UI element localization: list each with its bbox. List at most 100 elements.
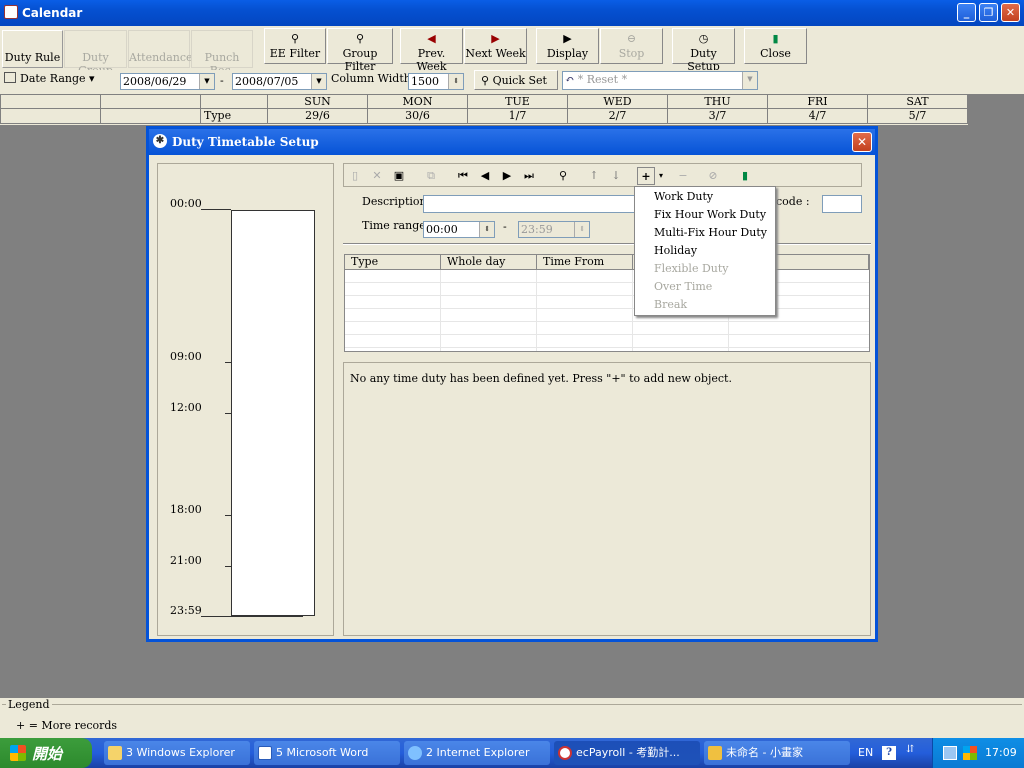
- dropdown-arrow-icon: ▼: [199, 74, 214, 89]
- tick: [201, 616, 303, 617]
- door-exit-icon: ▮: [772, 32, 779, 45]
- task-windows-explorer[interactable]: 3 Windows Explorer: [104, 741, 250, 765]
- corner-cell: [101, 94, 201, 109]
- delete-icon: ✕: [372, 169, 382, 182]
- corner-cell: [101, 109, 201, 124]
- first-record-icon[interactable]: ⏮: [454, 167, 472, 185]
- tab-duty-group: Duty Group: [64, 30, 127, 77]
- menu-item-holiday[interactable]: Holiday: [654, 244, 697, 257]
- time-label: 21:00: [170, 554, 202, 567]
- description-input[interactable]: [423, 195, 641, 213]
- dialog-title: Duty Timetable Setup: [172, 135, 319, 149]
- quick-set-button[interactable]: ⚲ Quick Set: [474, 70, 558, 90]
- record-toolbar: ▯ ✕ ▣ ⧉ ⏮ ◀ ▶ ⏭ ⚲ ↑ ↓ + ▾ − ⊘ ▮: [343, 163, 862, 187]
- remove-icon: −: [678, 169, 688, 182]
- timeline-panel: 00:00 09:00 12:00 18:00 21:00 23:59: [157, 163, 334, 636]
- find-icon[interactable]: ⚲: [554, 167, 572, 185]
- tick: [225, 362, 231, 363]
- spin-icon: ⇕: [448, 74, 463, 89]
- ie-icon: [408, 746, 422, 760]
- menu-item-flexible-duty: Flexible Duty: [654, 262, 729, 275]
- date-to-picker[interactable]: 2008/07/05 ▼: [232, 73, 327, 90]
- minimize-button[interactable]: _: [957, 3, 976, 22]
- day-header: TUE: [468, 94, 568, 109]
- word-icon: [258, 746, 272, 760]
- ee-filter-button[interactable]: ⚲ EE Filter: [264, 28, 326, 64]
- tab-duty-rule[interactable]: Duty Rule: [2, 30, 63, 68]
- menu-item-fix-hour-work-duty[interactable]: Fix Hour Work Duty: [654, 208, 766, 221]
- language-indicator[interactable]: EN: [858, 746, 873, 759]
- legend-title: Legend: [6, 698, 52, 711]
- security-icon[interactable]: [963, 746, 977, 760]
- column-header[interactable]: Whole day: [441, 255, 537, 270]
- next-week-button[interactable]: ▶ Next Week: [464, 28, 527, 64]
- maximize-button[interactable]: ❐: [979, 3, 998, 22]
- task-microsoft-word[interactable]: 5 Microsoft Word: [254, 741, 400, 765]
- reset-select[interactable]: ↶ * Reset * ▼: [562, 71, 758, 90]
- next-record-icon[interactable]: ▶: [498, 167, 516, 185]
- move-up-icon[interactable]: ↑: [585, 167, 603, 185]
- dialog-close-button[interactable]: ✕: [852, 132, 872, 152]
- count-code-input[interactable]: [822, 195, 862, 213]
- add-icon[interactable]: +: [637, 167, 655, 185]
- save-icon[interactable]: ▣: [390, 167, 408, 185]
- cancel-icon: ⊘: [708, 169, 718, 182]
- day-date: 1/7: [468, 109, 568, 124]
- close-button[interactable]: ▮ Close: [744, 28, 807, 64]
- date-from-picker[interactable]: 2008/06/29 ▼: [120, 73, 215, 90]
- column-width-label: Column Width: [331, 72, 411, 85]
- day-date: 2/7: [568, 109, 668, 124]
- dropdown-arrow-icon: ▼: [311, 74, 326, 89]
- system-tray: 17:09: [932, 738, 1024, 768]
- prev-week-button[interactable]: ◀ Prev. Week: [400, 28, 463, 73]
- column-header[interactable]: Time From: [537, 255, 633, 270]
- lightbulb-icon: ⚲: [481, 74, 490, 87]
- stop-icon: ⊖: [626, 32, 637, 45]
- help-icon[interactable]: ?: [882, 746, 896, 760]
- duty-table[interactable]: Type Whole day Time From: [344, 254, 870, 352]
- duty-setup-button[interactable]: ◷ Duty Setup: [672, 28, 735, 73]
- tab-attendance: Attendance: [128, 30, 193, 68]
- table-rows: [345, 270, 869, 351]
- move-down-icon[interactable]: ↓: [607, 167, 625, 185]
- time-from-stepper[interactable]: 00:00 ⇕: [423, 221, 495, 238]
- task-ecpayroll[interactable]: ecPayroll - 考勤計...: [554, 741, 700, 765]
- menu-item-multi-fix-hour-duty[interactable]: Multi-Fix Hour Duty: [654, 226, 767, 239]
- add-dropdown-icon[interactable]: ▾: [655, 167, 667, 185]
- tick: [225, 413, 231, 414]
- play-icon: ▶: [563, 32, 572, 45]
- day-date: 29/6: [268, 109, 368, 124]
- dialog-titlebar: ✱ Duty Timetable Setup ✕: [149, 129, 875, 155]
- menu-item-work-duty[interactable]: Work Duty: [654, 190, 713, 203]
- time-separator: -: [503, 220, 507, 233]
- prev-record-icon[interactable]: ◀: [476, 167, 494, 185]
- date-range-menu[interactable]: Date Range ▾: [4, 72, 100, 89]
- network-icon[interactable]: [943, 746, 957, 760]
- row-type-label: Type: [201, 109, 268, 124]
- display-button[interactable]: ▶ Display: [536, 28, 599, 64]
- close-window-button[interactable]: ✕: [1001, 3, 1020, 22]
- message-panel: No any time duty has been defined yet. P…: [343, 362, 871, 636]
- add-type-menu: Work Duty Fix Hour Work Duty Multi-Fix H…: [634, 186, 776, 316]
- main-toolbar: Duty Rule Duty Group Attendance Punch Re…: [0, 26, 1024, 77]
- day-header: WED: [568, 94, 668, 109]
- corner-cell: [0, 109, 101, 124]
- windows-logo-icon: [10, 745, 26, 761]
- column-header[interactable]: Type: [345, 255, 441, 270]
- task-internet-explorer[interactable]: 2 Internet Explorer: [404, 741, 550, 765]
- column-width-stepper[interactable]: 1500 ⇕: [408, 73, 464, 90]
- filter-row: Date Range ▾ 2008/06/29 ▼ - 2008/07/05 ▼ C…: [0, 70, 1024, 94]
- dropdown-arrow-icon: ▼: [742, 72, 757, 89]
- group-filter-button[interactable]: ⚲ Group Filter: [327, 28, 393, 73]
- spin-icon: ⇕: [574, 222, 589, 237]
- task-paint[interactable]: 未命名 - 小畫家: [704, 741, 850, 765]
- start-button[interactable]: 開始: [0, 738, 92, 768]
- app-icon: [558, 746, 572, 760]
- last-record-icon[interactable]: ⏭: [520, 167, 538, 185]
- day-header: THU: [668, 94, 768, 109]
- ime-arrows-icon[interactable]: ⇵: [906, 744, 914, 755]
- exit-icon[interactable]: ▮: [736, 167, 754, 185]
- app-icon: [4, 5, 18, 19]
- group-filter-icon: ⚲: [355, 32, 365, 45]
- menu-item-break: Break: [654, 298, 688, 311]
